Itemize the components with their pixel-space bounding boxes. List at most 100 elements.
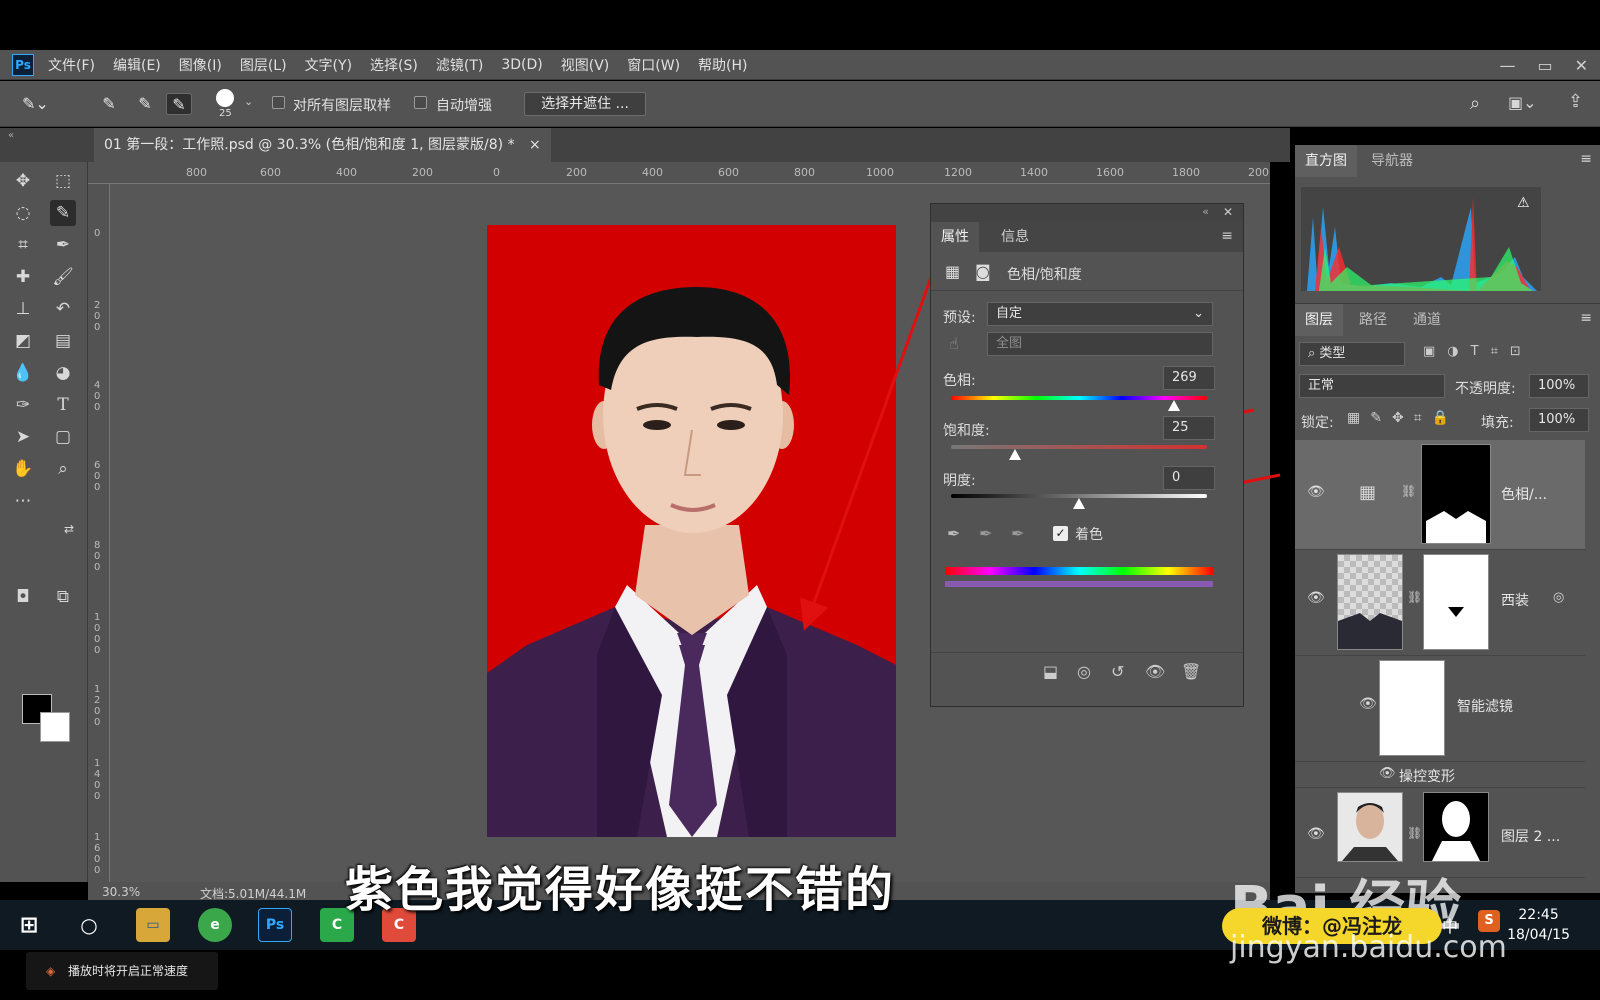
menu-3d[interactable]: 3D(D) bbox=[501, 57, 542, 73]
layer-mask-icon[interactable]: ◙ bbox=[975, 262, 991, 281]
eye-icon[interactable]: 👁 bbox=[1379, 766, 1396, 781]
pen-tool-icon[interactable]: ✑ bbox=[10, 392, 36, 418]
layer-filter-select[interactable]: ⌕ 类型 bbox=[1299, 342, 1405, 366]
layer-row[interactable]: 👁 ⛓ 西装 ◎ bbox=[1295, 550, 1585, 656]
targeted-adjustment-hand-icon[interactable]: ☝ bbox=[949, 334, 959, 353]
layer-name[interactable]: 图层 2 ... bbox=[1501, 826, 1560, 846]
menu-help[interactable]: 帮助(H) bbox=[698, 55, 747, 75]
brush-tool-icon[interactable]: 🖌 bbox=[50, 264, 76, 290]
screen-mode-icon[interactable]: ⧉ bbox=[50, 584, 76, 610]
warning-icon[interactable]: ⚠ bbox=[1517, 195, 1530, 211]
background-color-swatch[interactable] bbox=[40, 712, 70, 742]
tab-histogram[interactable]: 直方图 bbox=[1295, 145, 1357, 177]
dodge-tool-icon[interactable]: ◕ bbox=[50, 360, 76, 386]
visibility-icon[interactable]: 👁 bbox=[1145, 662, 1165, 681]
saturation-input[interactable]: 25 bbox=[1163, 416, 1215, 440]
layer-name[interactable]: 操控变形 bbox=[1399, 766, 1455, 786]
layer-row[interactable]: 👁 智能滤镜 bbox=[1295, 656, 1585, 762]
layer-thumbnail[interactable] bbox=[1337, 792, 1403, 862]
menu-type[interactable]: 文字(Y) bbox=[305, 55, 352, 75]
tab-paths[interactable]: 路径 bbox=[1349, 304, 1397, 336]
tab-properties[interactable]: 属性 bbox=[931, 222, 979, 252]
blend-mode-select[interactable]: 正常 bbox=[1299, 374, 1445, 398]
brush-size-icon[interactable] bbox=[216, 89, 234, 107]
file-explorer-icon[interactable]: ▭ bbox=[136, 908, 170, 942]
preset-select[interactable]: 自定 ⌄ bbox=[987, 302, 1213, 326]
healing-brush-icon[interactable]: ✚ bbox=[10, 264, 36, 290]
share-icon[interactable]: ⇪ bbox=[1568, 91, 1583, 112]
delete-icon[interactable]: 🗑 bbox=[1181, 662, 1201, 681]
layer-thumbnail[interactable] bbox=[1337, 554, 1403, 650]
panel-menu-icon[interactable]: ≡ bbox=[1221, 228, 1233, 244]
close-panel-icon[interactable]: ✕ bbox=[1223, 205, 1233, 219]
subtract-selection-icon[interactable]: ✎ bbox=[166, 93, 192, 115]
fill-input[interactable]: 100% bbox=[1529, 408, 1589, 432]
workspace-icon[interactable]: ▣⌄ bbox=[1508, 93, 1537, 112]
collapse-panel-icon[interactable]: « bbox=[8, 130, 14, 141]
eye-icon[interactable]: 👁 bbox=[1307, 484, 1325, 500]
eyedropper-add-icon[interactable]: ✒ bbox=[979, 524, 992, 543]
zoom-tool-icon[interactable]: ⌕ bbox=[50, 456, 76, 482]
lightness-slider-thumb[interactable] bbox=[1073, 498, 1085, 509]
layer-mask-thumbnail[interactable] bbox=[1421, 444, 1491, 544]
menu-image[interactable]: 图像(I) bbox=[179, 55, 222, 75]
eye-icon[interactable]: 👁 bbox=[1307, 590, 1325, 606]
minimize-button[interactable]: — bbox=[1499, 56, 1515, 75]
channel-select[interactable]: 全图 bbox=[987, 332, 1213, 356]
menu-edit[interactable]: 编辑(E) bbox=[113, 55, 161, 75]
quick-selection-tool-icon[interactable]: ✎ bbox=[50, 200, 76, 226]
hue-saturation-adjustment-icon[interactable]: ▦ bbox=[945, 262, 960, 281]
lasso-tool-icon[interactable]: ◌ bbox=[10, 200, 36, 226]
history-brush-icon[interactable]: ↶ bbox=[50, 296, 76, 322]
search-circle-icon[interactable]: ○ bbox=[72, 908, 106, 942]
quick-mask-icon[interactable]: ◘ bbox=[10, 584, 36, 610]
panel-menu-icon[interactable]: ≡ bbox=[1580, 310, 1592, 326]
blur-tool-icon[interactable]: 💧 bbox=[10, 360, 36, 386]
add-to-selection-icon[interactable]: ✎ bbox=[132, 93, 158, 115]
gradient-tool-icon[interactable]: ▤ bbox=[50, 328, 76, 354]
eye-icon[interactable]: 👁 bbox=[1307, 826, 1325, 842]
tab-channels[interactable]: 通道 bbox=[1403, 304, 1451, 336]
eyedropper-icon[interactable]: ✒ bbox=[947, 524, 960, 543]
system-clock[interactable]: 22:45 18/04/15 bbox=[1507, 905, 1570, 945]
tab-navigator[interactable]: 导航器 bbox=[1361, 145, 1423, 177]
stamp-tool-icon[interactable]: ⊥ bbox=[10, 296, 36, 322]
layer-name[interactable]: 色相/... bbox=[1501, 484, 1547, 504]
hue-input[interactable]: 269 bbox=[1163, 366, 1215, 390]
clip-to-layer-icon[interactable]: ⬓ bbox=[1043, 662, 1058, 681]
swap-colors-icon[interactable]: ⇄ bbox=[56, 516, 82, 542]
quick-select-preset-icon[interactable]: ✎⌄ bbox=[22, 93, 49, 115]
menu-file[interactable]: 文件(F) bbox=[48, 55, 95, 75]
chevron-down-icon[interactable]: ⌄ bbox=[244, 95, 253, 108]
move-tool-icon[interactable]: ✥ bbox=[10, 168, 36, 194]
menu-filter[interactable]: 滤镜(T) bbox=[436, 55, 483, 75]
layer-row[interactable]: 👁 ▦ ⛓ 色相/... bbox=[1295, 440, 1585, 550]
search-icon[interactable]: ⌕ bbox=[1470, 93, 1480, 114]
menu-select[interactable]: 选择(S) bbox=[370, 55, 418, 75]
windows-start-icon[interactable]: ⊞ bbox=[12, 908, 46, 942]
tab-info[interactable]: 信息 bbox=[991, 222, 1039, 252]
layer-mask-thumbnail[interactable] bbox=[1423, 792, 1489, 862]
auto-enhance-checkbox[interactable] bbox=[414, 96, 427, 109]
browser-icon[interactable]: e bbox=[198, 908, 232, 942]
zoom-level[interactable]: 30.3% bbox=[102, 885, 140, 899]
menu-window[interactable]: 窗口(W) bbox=[627, 55, 680, 75]
layer-filter-icons[interactable]: ▣◑T⌗⊡ bbox=[1423, 344, 1533, 359]
menu-layer[interactable]: 图层(L) bbox=[240, 55, 287, 75]
eye-icon[interactable]: 👁 bbox=[1359, 696, 1377, 712]
link-icon[interactable]: ⛓ bbox=[1407, 826, 1422, 840]
collapse-icon[interactable]: « bbox=[1202, 205, 1209, 218]
hand-tool-icon[interactable]: ✋ bbox=[10, 456, 36, 482]
close-tab-icon[interactable]: × bbox=[529, 137, 541, 153]
document-tab[interactable]: 01 第一段：工作照.psd @ 30.3% (色相/饱和度 1, 图层蒙版/8… bbox=[94, 128, 551, 162]
layer-mask-thumbnail[interactable] bbox=[1423, 554, 1489, 650]
menu-view[interactable]: 视图(V) bbox=[561, 55, 610, 75]
type-tool-icon[interactable]: T bbox=[50, 392, 76, 418]
lock-icons[interactable]: ▦✎✥⌗🔒 bbox=[1347, 410, 1459, 426]
sample-all-layers-checkbox[interactable] bbox=[272, 96, 285, 109]
close-button[interactable]: ✕ bbox=[1575, 56, 1588, 75]
panel-menu-icon[interactable]: ≡ bbox=[1580, 151, 1592, 167]
shape-tool-icon[interactable]: ▢ bbox=[50, 424, 76, 450]
hue-slider-thumb[interactable] bbox=[1167, 400, 1180, 411]
layer-row[interactable]: 👁 操控变形 bbox=[1295, 762, 1585, 788]
